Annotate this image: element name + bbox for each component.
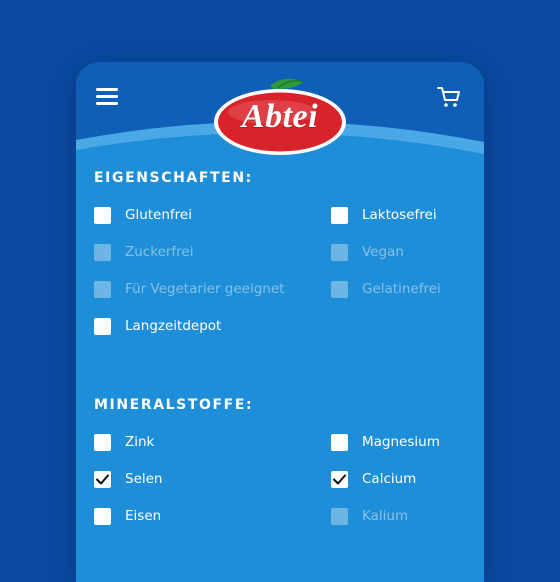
checkbox-box (331, 281, 348, 298)
checkbox-box[interactable] (94, 318, 111, 335)
checkbox-box[interactable] (331, 471, 348, 488)
brand-logo[interactable]: Abtei (212, 76, 348, 158)
checkbox-box[interactable] (94, 471, 111, 488)
cart-button[interactable] (436, 84, 462, 110)
checkbox-box[interactable] (331, 434, 348, 451)
checkbox-box (331, 508, 348, 525)
eigenschaften-title: EIGENSCHAFTEN: (94, 170, 253, 186)
option-label: Kalium (362, 508, 409, 524)
option-label: Glutenfrei (125, 207, 192, 223)
option-label: Selen (125, 471, 163, 487)
checkmark-icon (333, 474, 346, 485)
logo-text: Abtei (241, 98, 319, 135)
option-label: Gelatinefrei (362, 281, 441, 297)
hamburger-menu-icon (96, 88, 118, 91)
option-label: Laktosefrei (362, 207, 437, 223)
shopping-cart-icon (437, 87, 460, 107)
option-label: Langzeitdepot (125, 318, 222, 334)
option-label: Zink (125, 434, 155, 450)
option-label: Für Vegetarier geeignet (125, 281, 285, 297)
filter-panel: Abtei EIGENSCHAFTEN: Glutenfrei Laktosef… (76, 62, 484, 582)
option-label: Magnesium (362, 434, 440, 450)
checkbox-box (94, 281, 111, 298)
option-label: Calcium (362, 471, 417, 487)
checkbox-box[interactable] (94, 207, 111, 224)
checkbox-box[interactable] (331, 207, 348, 224)
menu-button[interactable] (96, 86, 120, 106)
checkbox-box[interactable] (94, 508, 111, 525)
mineralstoffe-title: MINERALSTOFFE: (94, 397, 254, 413)
option-label: Eisen (125, 508, 162, 524)
checkbox-box (94, 244, 111, 261)
checkbox-box[interactable] (94, 434, 111, 451)
option-label: Zuckerfrei (125, 244, 194, 260)
option-label: Vegan (362, 244, 404, 260)
checkmark-icon (96, 474, 109, 485)
checkbox-box (331, 244, 348, 261)
